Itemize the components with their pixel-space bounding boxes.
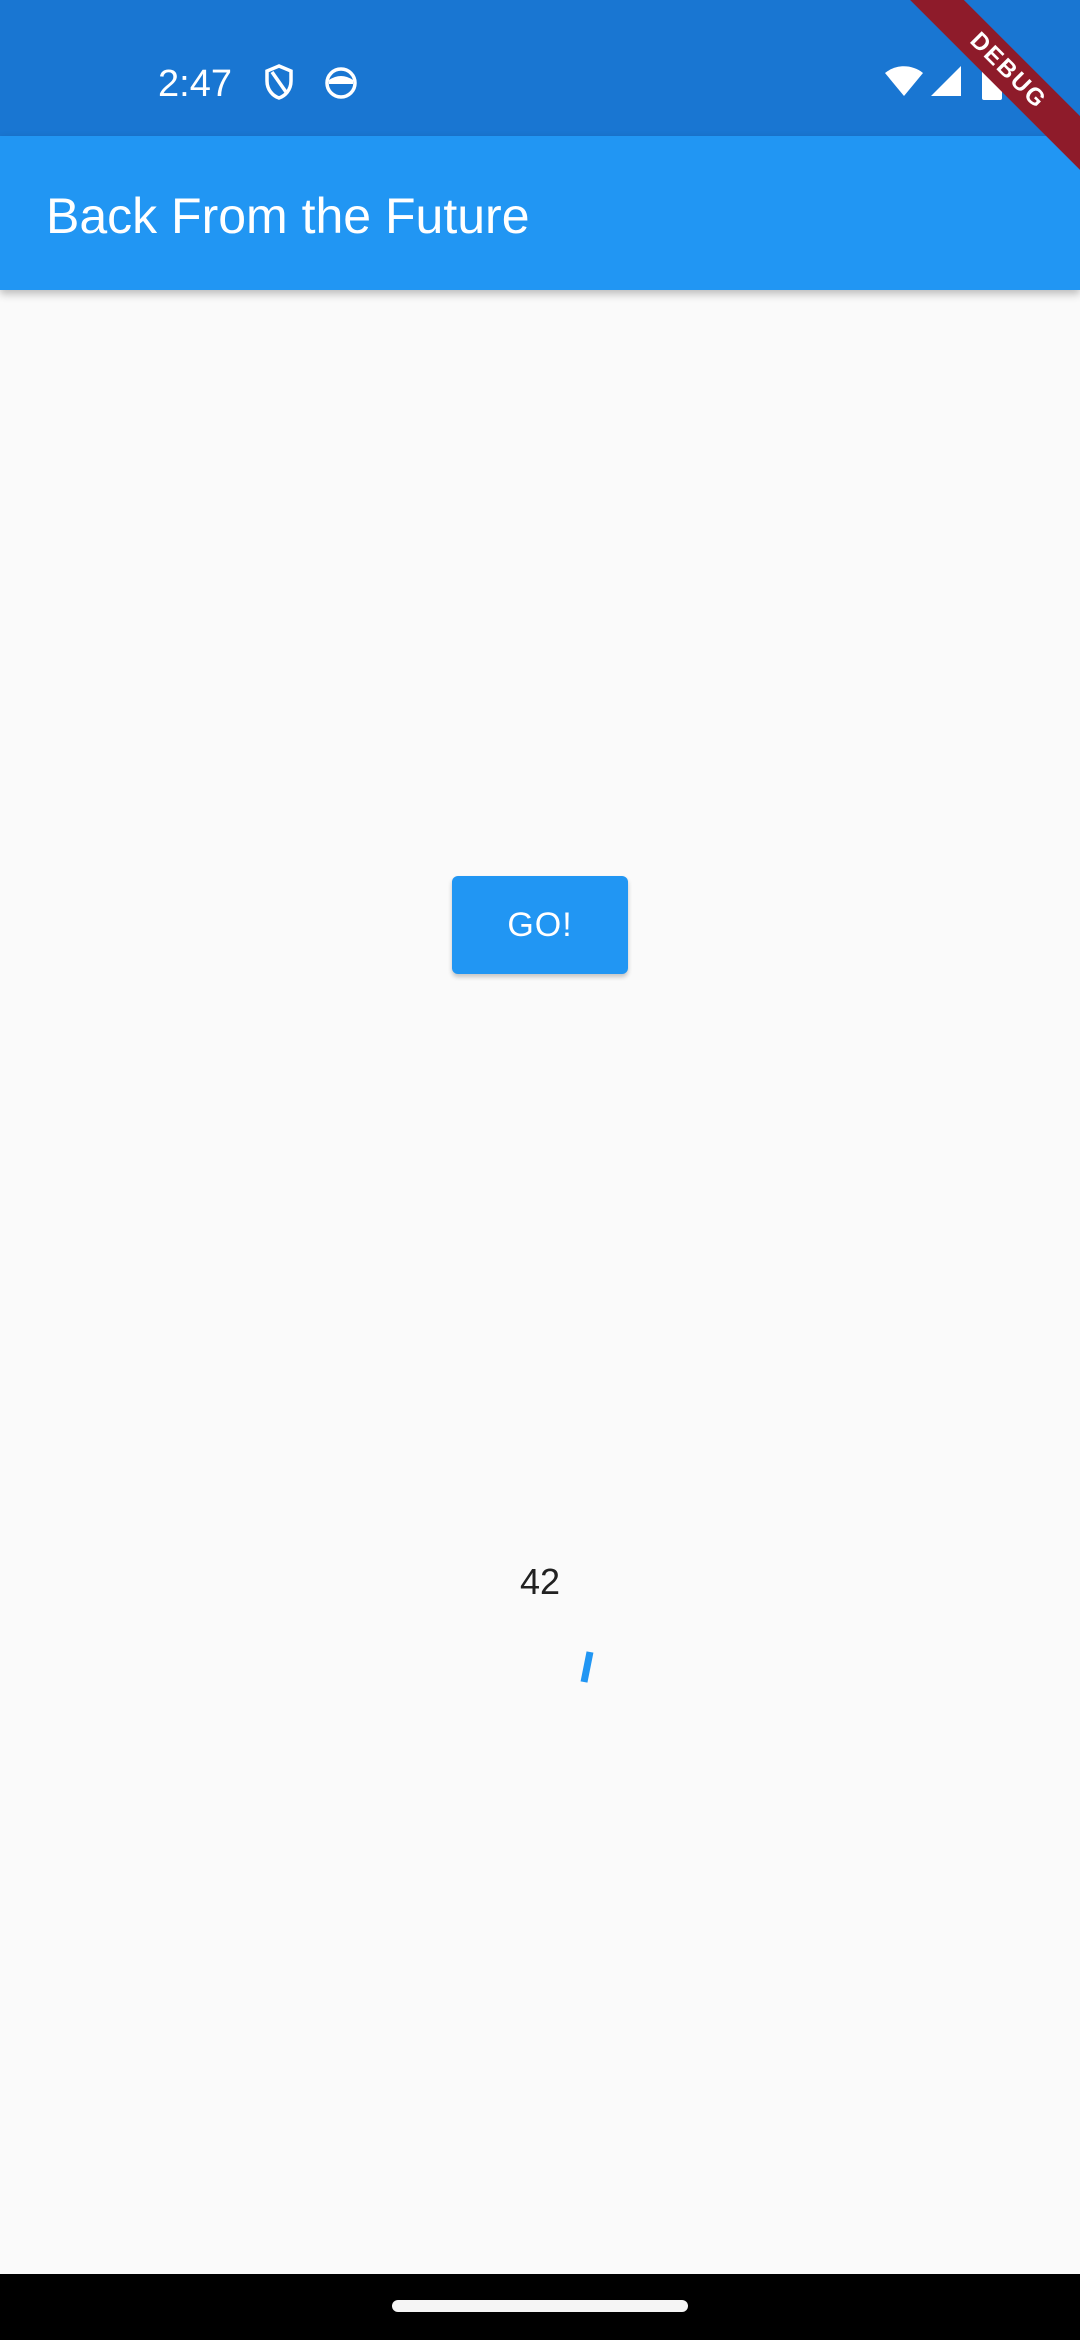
- loading-spinner-icon: [580, 1651, 594, 1683]
- status-time: 2:47: [158, 63, 232, 105]
- screen: 2:47 DEBUG Back From the Future GO! 42: [0, 0, 1080, 2340]
- result-text: 42: [519, 1561, 561, 1602]
- status-bar: 2:47: [0, 0, 1080, 136]
- home-indicator[interactable]: [392, 2300, 688, 2312]
- go-button[interactable]: GO!: [452, 876, 628, 974]
- wifi-icon: [885, 66, 923, 96]
- cell-signal-icon: [931, 66, 961, 96]
- shield-icon: [265, 64, 293, 100]
- app-bar: Back From the Future: [0, 136, 1080, 290]
- face-icon: [325, 67, 357, 99]
- app-title: Back From the Future: [46, 188, 530, 244]
